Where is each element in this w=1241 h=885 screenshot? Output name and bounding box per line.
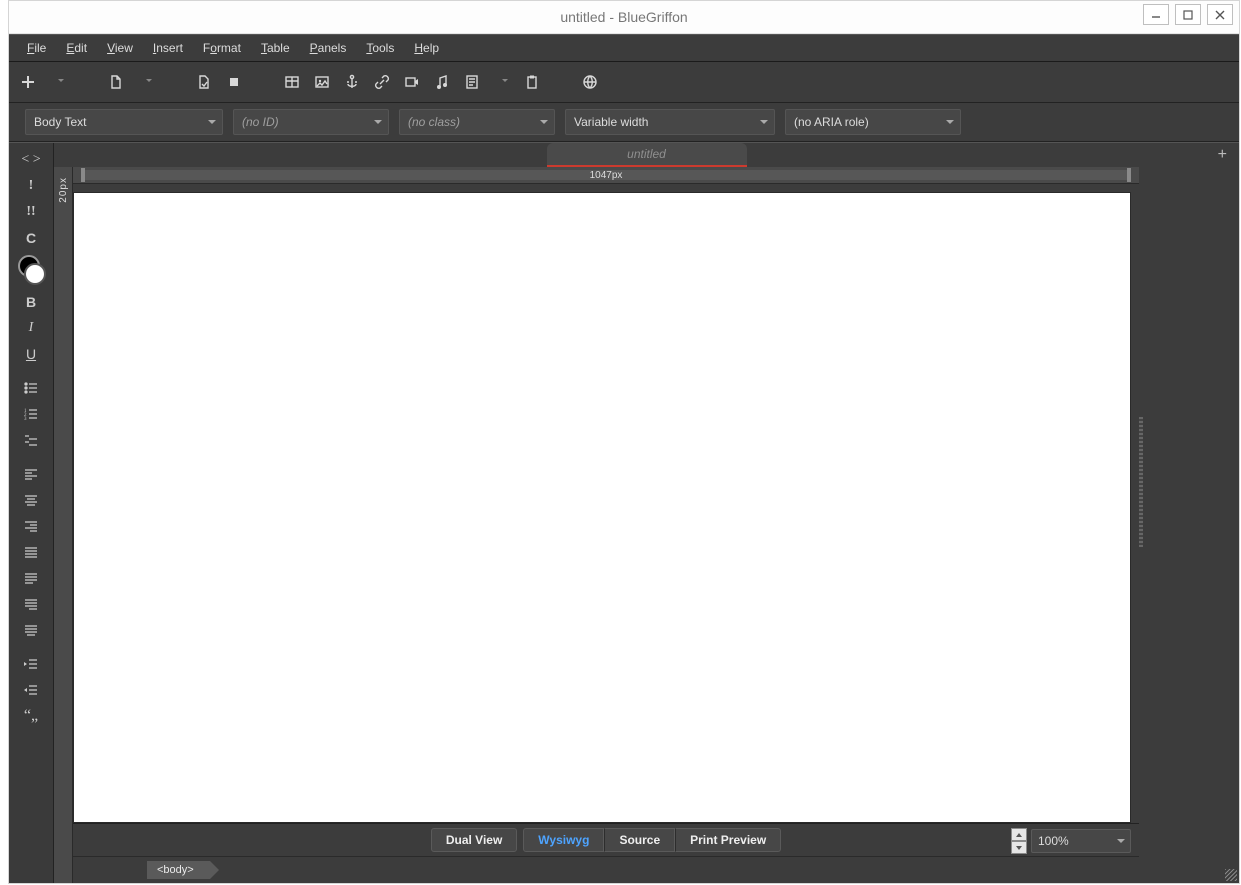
- horizontal-ruler: 1047px: [73, 167, 1139, 184]
- outdent-icon[interactable]: [17, 677, 45, 703]
- menu-view[interactable]: View: [97, 35, 143, 61]
- align-justify-left-icon[interactable]: [17, 565, 45, 591]
- link-icon[interactable]: [369, 69, 395, 95]
- titlebar: untitled - BlueGriffon: [9, 1, 1239, 34]
- underline-button[interactable]: U: [17, 341, 45, 367]
- form-icon[interactable]: [459, 69, 485, 95]
- menu-tools[interactable]: Tools: [356, 35, 404, 61]
- open-button[interactable]: [103, 69, 129, 95]
- align-justify-full-icon[interactable]: [17, 539, 45, 565]
- align-right-icon[interactable]: [17, 513, 45, 539]
- align-justify-right-icon[interactable]: [17, 591, 45, 617]
- vertical-ruler: 20px: [54, 167, 73, 883]
- editor-canvas[interactable]: [73, 192, 1131, 823]
- wysiwyg-button[interactable]: Wysiwyg: [523, 828, 604, 852]
- menu-edit[interactable]: Edit: [56, 35, 97, 61]
- menu-file[interactable]: File: [17, 35, 56, 61]
- window-title: untitled - BlueGriffon: [560, 9, 687, 25]
- table-icon[interactable]: [279, 69, 305, 95]
- zoom-combo[interactable]: 100%: [1031, 829, 1131, 853]
- bulleted-list-icon[interactable]: [17, 375, 45, 401]
- menu-help[interactable]: Help: [404, 35, 449, 61]
- color-swatches[interactable]: [16, 255, 46, 285]
- window-maximize-button[interactable]: [1175, 4, 1201, 25]
- class-combo[interactable]: (no class): [399, 109, 555, 135]
- anchor-icon[interactable]: [339, 69, 365, 95]
- menu-table[interactable]: Table: [251, 35, 300, 61]
- panel-resize-handle[interactable]: [1139, 417, 1143, 547]
- vertical-ruler-label: 20px: [58, 177, 69, 203]
- window-resize-grip[interactable]: [1225, 869, 1237, 881]
- svg-text:3: 3: [24, 417, 27, 422]
- menu-format[interactable]: Format: [193, 35, 251, 61]
- very-important-icon[interactable]: !!: [17, 199, 45, 225]
- image-icon[interactable]: [309, 69, 335, 95]
- code-c-icon[interactable]: C: [17, 225, 45, 251]
- open-dropdown[interactable]: [133, 69, 159, 95]
- right-gutter: [1139, 167, 1239, 883]
- app-window: untitled - BlueGriffon File Edit View In…: [8, 0, 1240, 884]
- font-combo[interactable]: Variable width: [565, 109, 775, 135]
- zoom-up-icon[interactable]: [1011, 828, 1027, 841]
- window-close-button[interactable]: [1207, 4, 1233, 25]
- new-button[interactable]: [15, 69, 41, 95]
- aria-combo[interactable]: (no ARIA role): [785, 109, 961, 135]
- browse-icon[interactable]: [577, 69, 603, 95]
- indent-icon[interactable]: [17, 651, 45, 677]
- align-left-icon[interactable]: [17, 461, 45, 487]
- new-tab-button[interactable]: +: [1218, 146, 1227, 164]
- markup-icon[interactable]: < >: [17, 147, 45, 173]
- breadcrumb-body[interactable]: <body>: [147, 861, 210, 879]
- source-button[interactable]: Source: [604, 828, 675, 852]
- dual-view-button[interactable]: Dual View: [431, 828, 517, 852]
- format-toolstrip: < > ! !! C B I U 123 “„: [9, 143, 54, 883]
- window-minimize-button[interactable]: [1143, 4, 1169, 25]
- view-mode-bar: Dual View Wysiwyg Source Print Preview 1…: [73, 823, 1139, 856]
- print-preview-button[interactable]: Print Preview: [675, 828, 781, 852]
- menubar: File Edit View Insert Format Table Panel…: [9, 34, 1239, 62]
- quotes-icon[interactable]: “„: [17, 703, 45, 729]
- align-center-icon[interactable]: [17, 487, 45, 513]
- structure-breadcrumb: <body>: [73, 856, 1139, 883]
- important-icon[interactable]: !: [17, 173, 45, 199]
- new-dropdown[interactable]: [45, 69, 71, 95]
- numbered-list-icon[interactable]: 123: [17, 401, 45, 427]
- menu-insert[interactable]: Insert: [143, 35, 193, 61]
- zoom-spinner[interactable]: [1011, 828, 1027, 854]
- stop-button[interactable]: [221, 69, 247, 95]
- background-swatch[interactable]: [24, 263, 46, 285]
- element-type-combo[interactable]: Body Text: [25, 109, 223, 135]
- document-tab[interactable]: untitled: [547, 143, 747, 167]
- clipboard-icon[interactable]: [519, 69, 545, 95]
- menu-panels[interactable]: Panels: [300, 35, 357, 61]
- align-justify-center-icon[interactable]: [17, 617, 45, 643]
- selector-bar: Body Text (no ID) (no class) Variable wi…: [9, 103, 1239, 142]
- ruler-width-label: 1047px: [590, 170, 623, 181]
- document-tabbar: untitled +: [54, 143, 1239, 167]
- definition-list-icon[interactable]: [17, 427, 45, 453]
- id-combo[interactable]: (no ID): [233, 109, 389, 135]
- video-icon[interactable]: [399, 69, 425, 95]
- form-dropdown[interactable]: [489, 69, 515, 95]
- save-button[interactable]: [191, 69, 217, 95]
- bold-button[interactable]: B: [17, 289, 45, 315]
- italic-button[interactable]: I: [17, 315, 45, 341]
- main-toolbar: [9, 62, 1239, 103]
- audio-icon[interactable]: [429, 69, 455, 95]
- zoom-down-icon[interactable]: [1011, 841, 1027, 854]
